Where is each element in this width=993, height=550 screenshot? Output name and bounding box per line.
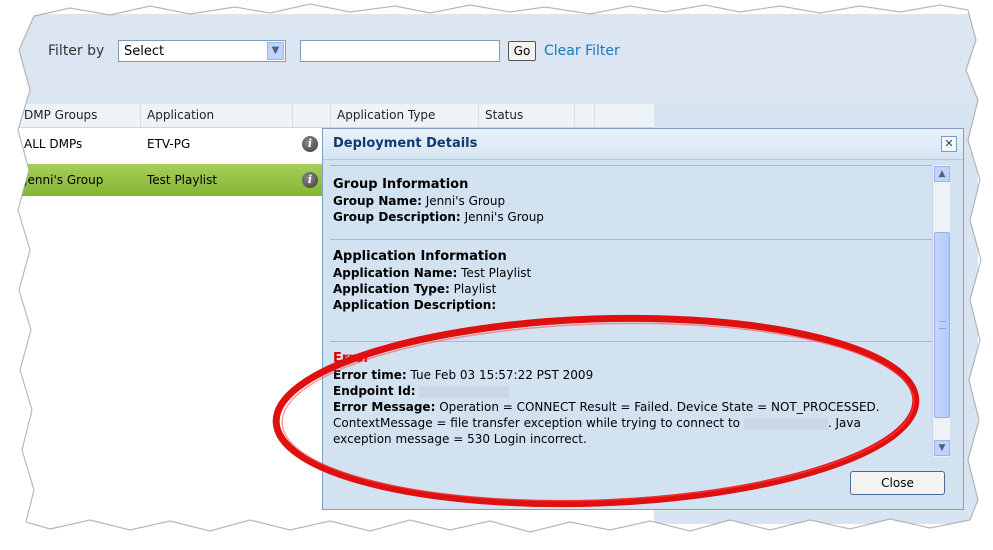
divider: [330, 165, 939, 166]
scrollbar-thumb[interactable]: [934, 232, 950, 418]
error-message-label: Error Message:: [333, 400, 436, 414]
deployment-details-dialog: Deployment Details ✕ Group Information G…: [322, 128, 964, 510]
column-header-application-type[interactable]: Application Type: [331, 104, 479, 127]
error-message-part3: . Java: [827, 416, 861, 430]
app-name-value: Test Playlist: [461, 266, 532, 280]
error-message-part4: exception message = 530 Login incorrect.: [333, 432, 587, 446]
filter-select-value: Select: [124, 44, 165, 59]
row-application: Test Playlist: [147, 173, 218, 187]
row-application: ETV-PG: [147, 137, 191, 151]
column-header-application[interactable]: Application: [141, 104, 293, 127]
group-info-heading: Group Information: [333, 177, 469, 192]
app-description-label: Application Description:: [333, 298, 497, 312]
grip-icon: [939, 321, 946, 329]
scroll-up-arrow-icon[interactable]: ▲: [934, 166, 950, 182]
group-information-section: Group Information Group Name: Jenni's Gr…: [330, 177, 939, 225]
row-dmp-group: ALL DMPs: [24, 137, 83, 151]
endpoint-id-line: Endpoint Id:: [333, 383, 939, 399]
scroll-down-arrow-icon[interactable]: ▼: [934, 440, 950, 456]
info-icon[interactable]: i: [302, 136, 318, 152]
filter-by-label: Filter by: [48, 43, 105, 59]
column-header-info: [293, 104, 331, 127]
error-time-label: Error time:: [333, 368, 407, 382]
redacted-endpoint-id: [419, 385, 510, 398]
redacted-host: [743, 417, 828, 430]
app-name-label: Application Name:: [333, 266, 458, 280]
error-heading: Error: [333, 351, 371, 366]
column-header-dmp-groups[interactable]: DMP Groups: [18, 104, 141, 127]
error-message-line-2: ContextMessage = file transfer exception…: [333, 415, 939, 431]
endpoint-id-label: Endpoint Id:: [333, 384, 416, 398]
row-dmp-group: Jenni's Group: [24, 173, 104, 187]
filter-bar: Filter by Select ▼ Go Clear Filter: [18, 14, 978, 104]
group-name-line: Group Name: Jenni's Group: [333, 193, 939, 209]
error-message-part2: ContextMessage = file transfer exception…: [333, 416, 740, 430]
dialog-titlebar: Deployment Details ✕: [323, 129, 963, 160]
app-type-value: Playlist: [453, 282, 497, 296]
error-time-line: Error time: Tue Feb 03 15:57:22 PST 2009: [333, 367, 939, 383]
error-message-part1: Operation = CONNECT Result = Failed. Dev…: [439, 400, 880, 414]
close-button[interactable]: Close: [850, 471, 945, 495]
app-type-line: Application Type: Playlist: [333, 281, 939, 297]
error-message-line-3: exception message = 530 Login incorrect.: [333, 431, 939, 447]
app-name-line: Application Name: Test Playlist: [333, 265, 939, 281]
divider: [330, 239, 939, 240]
column-header-extra: [575, 104, 595, 127]
error-time-value: Tue Feb 03 15:57:22 PST 2009: [410, 368, 594, 382]
grid-header: DMP Groups Application Application Type …: [18, 104, 654, 128]
application-information-section: Application Information Application Name…: [330, 249, 939, 313]
filter-select-dropdown[interactable]: Select ▼: [118, 40, 286, 62]
info-icon[interactable]: i: [302, 172, 318, 188]
group-name-value: Jenni's Group: [425, 194, 506, 208]
column-header-status[interactable]: Status: [479, 104, 575, 127]
dialog-details-scroll-area: Group Information Group Name: Jenni's Gr…: [330, 165, 939, 457]
go-button[interactable]: Go: [508, 41, 536, 61]
dialog-title: Deployment Details: [333, 136, 478, 151]
chevron-down-icon[interactable]: ▼: [267, 42, 284, 60]
close-icon[interactable]: ✕: [941, 136, 957, 152]
app-type-label: Application Type:: [333, 282, 450, 296]
group-description-label: Group Description:: [333, 210, 461, 224]
error-message-line: Error Message: Operation = CONNECT Resul…: [333, 399, 939, 415]
group-name-label: Group Name:: [333, 194, 422, 208]
divider: [330, 341, 939, 342]
group-description-value: Jenni's Group: [464, 210, 544, 224]
filter-text-input[interactable]: [300, 40, 500, 62]
app-info-heading: Application Information: [333, 249, 507, 264]
app-description-line: Application Description:: [333, 297, 939, 313]
error-section: Error Error time: Tue Feb 03 15:57:22 PS…: [330, 351, 939, 447]
clear-filter-link[interactable]: Clear Filter: [544, 43, 620, 59]
dialog-vertical-scrollbar[interactable]: ▲ ▼: [932, 165, 950, 457]
group-description-line: Group Description: Jenni's Group: [333, 209, 939, 225]
